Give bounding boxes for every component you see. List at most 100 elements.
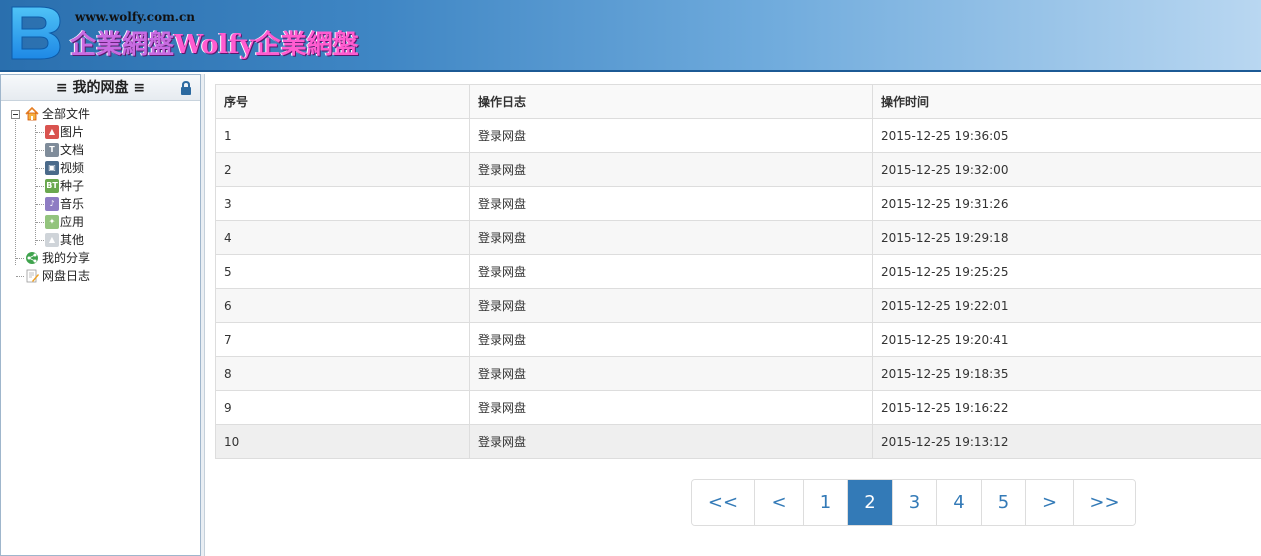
- tree-branch-line: [36, 132, 44, 133]
- tree-item-label: 音乐: [60, 197, 85, 211]
- table-row[interactable]: 6 登录网盘 2015-12-25 19:22:01: [215, 288, 1261, 323]
- tree-item-disk-log[interactable]: 网盘日志: [1, 267, 200, 285]
- tree-item-music[interactable]: ♪ 音乐: [1, 195, 200, 213]
- cell-operation: 登录网盘: [469, 356, 873, 391]
- cell-operation: 登录网盘: [469, 118, 873, 153]
- tree-item-my-share[interactable]: 我的分享: [1, 249, 200, 267]
- cell-operation: 登录网盘: [469, 254, 873, 289]
- tree-item-all-files[interactable]: 全部文件: [1, 105, 200, 123]
- tree-item-label: 网盘日志: [42, 269, 91, 283]
- sidebar-splitter[interactable]: [201, 74, 205, 556]
- sidebar: ≡ 我的网盘 ≡ 全部文件 ▲ 图片 T 文档 ▣ 视频 BT 种子 ♪ 音乐 …: [0, 74, 201, 556]
- tree-item-label: 应用: [60, 215, 85, 229]
- home-icon: [25, 107, 39, 121]
- lock-icon[interactable]: [180, 81, 192, 95]
- column-header-operation-time[interactable]: 操作时间: [872, 84, 1261, 119]
- cell-index: 2: [215, 152, 470, 187]
- tree-item-label: 文档: [60, 143, 85, 157]
- cell-index: 7: [215, 322, 470, 357]
- page-prev-button[interactable]: <: [755, 480, 804, 525]
- tree-branch-line: [16, 276, 24, 277]
- cell-time: 2015-12-25 19:13:12: [872, 424, 1261, 459]
- brand-title-en: Wolfy企業網盤: [174, 30, 359, 60]
- file-tree: 全部文件 ▲ 图片 T 文档 ▣ 视频 BT 种子 ♪ 音乐 ✦ 应用 ▲ 其他…: [1, 101, 200, 285]
- log-table-container: 序号 操作日志 操作时间 1 登录网盘 2015-12-25 19:36:05 2登…: [215, 84, 1261, 459]
- video-icon: ▣: [45, 161, 59, 175]
- page-next-button[interactable]: >: [1026, 480, 1074, 525]
- app-icon: ✦: [45, 215, 59, 229]
- cell-index: 1: [215, 118, 470, 153]
- cell-time: 2015-12-25 19:18:35: [872, 356, 1261, 391]
- page-4-button[interactable]: 4: [937, 480, 982, 525]
- image-icon: ▲: [45, 125, 59, 139]
- tree-item-videos[interactable]: ▣ 视频: [1, 159, 200, 177]
- tree-item-label: 图片: [60, 125, 85, 139]
- tree-item-label: 视频: [60, 161, 85, 175]
- cell-time: 2015-12-25 19:29:18: [872, 220, 1261, 255]
- brand-title: 企業網盤Wolfy企業網盤: [70, 24, 359, 61]
- tree-item-images[interactable]: ▲ 图片: [1, 123, 200, 141]
- cell-index: 6: [215, 288, 470, 323]
- cell-operation: 登录网盘: [469, 220, 873, 255]
- cell-time: 2015-12-25 19:16:22: [872, 390, 1261, 425]
- table-row[interactable]: 7 登录网盘 2015-12-25 19:20:41: [215, 322, 1261, 357]
- cell-operation: 登录网盘: [469, 152, 873, 187]
- column-header-index[interactable]: 序号: [215, 84, 470, 119]
- cell-time: 2015-12-25 19:32:00: [872, 152, 1261, 187]
- page-first-button[interactable]: <<: [692, 480, 755, 525]
- page-last-button[interactable]: >>: [1074, 480, 1135, 525]
- table-row[interactable]: 9 登录网盘 2015-12-25 19:16:22: [215, 390, 1261, 425]
- cell-time: 2015-12-25 19:20:41: [872, 322, 1261, 357]
- cell-index: 8: [215, 356, 470, 391]
- cell-time: 2015-12-25 19:36:05: [872, 118, 1261, 153]
- page-1-button[interactable]: 1: [804, 480, 848, 525]
- tree-item-label: 种子: [60, 179, 85, 193]
- cell-index: 4: [215, 220, 470, 255]
- tree-branch-line: [36, 204, 44, 205]
- page-2-button[interactable]: 2: [848, 480, 893, 525]
- table-row[interactable]: 8 登录网盘 2015-12-25 19:18:35: [215, 356, 1261, 391]
- tree-branch-line: [36, 186, 44, 187]
- tree-item-label: 我的分享: [42, 251, 91, 265]
- table-row[interactable]: 10 登录网盘 2015-12-25 19:13:12: [215, 424, 1261, 459]
- column-header-operation-log[interactable]: 操作日志: [469, 84, 873, 119]
- table-row[interactable]: 1 登录网盘 2015-12-25 19:36:05: [215, 118, 1261, 153]
- cell-index: 3: [215, 186, 470, 221]
- cell-operation: 登录网盘: [469, 322, 873, 357]
- table-row[interactable]: 5 登录网盘 2015-12-25 19:25:25: [215, 254, 1261, 289]
- cell-operation: 登录网盘: [469, 186, 873, 221]
- cell-operation: 登录网盘: [469, 390, 873, 425]
- table-header-row: 序号 操作日志 操作时间: [215, 84, 1261, 119]
- tree-item-label: 全部文件: [42, 107, 91, 121]
- collapse-icon[interactable]: [11, 110, 20, 119]
- music-icon: ♪: [45, 197, 59, 211]
- tree-branch-line: [36, 222, 44, 223]
- tree-branch-line: [16, 258, 24, 259]
- brand-title-cn: 企業網盤: [70, 30, 175, 60]
- tree-item-documents[interactable]: T 文档: [1, 141, 200, 159]
- site-url: www.wolfy.com.cn: [75, 10, 196, 24]
- cell-time: 2015-12-25 19:25:25: [872, 254, 1261, 289]
- sidebar-title: ≡ 我的网盘 ≡: [55, 80, 146, 96]
- tree-item-label: 其他: [60, 233, 85, 247]
- tree-item-torrents[interactable]: BT 种子: [1, 177, 200, 195]
- pagination: << < 1 2 3 4 5 > >>: [691, 479, 1136, 526]
- tree-branch-line: [36, 150, 44, 151]
- cell-operation: 登录网盘: [469, 424, 873, 459]
- cell-index: 5: [215, 254, 470, 289]
- header-banner: www.wolfy.com.cn 企業網盤Wolfy企業網盤: [0, 0, 1261, 72]
- table-row[interactable]: 4 登录网盘 2015-12-25 19:29:18: [215, 220, 1261, 255]
- log-icon: [26, 269, 39, 283]
- tree-item-apps[interactable]: ✦ 应用: [1, 213, 200, 231]
- tree-item-other[interactable]: ▲ 其他: [1, 231, 200, 249]
- other-icon: ▲: [45, 233, 59, 247]
- table-row[interactable]: 2 登录网盘 2015-12-25 19:32:00: [215, 152, 1261, 187]
- table-row[interactable]: 3 登录网盘 2015-12-25 19:31:26: [215, 186, 1261, 221]
- page-5-button[interactable]: 5: [982, 480, 1026, 525]
- cell-index: 9: [215, 390, 470, 425]
- page-3-button[interactable]: 3: [893, 480, 937, 525]
- cell-time: 2015-12-25 19:31:26: [872, 186, 1261, 221]
- tree-branch-line: [36, 240, 44, 241]
- cell-time: 2015-12-25 19:22:01: [872, 288, 1261, 323]
- log-table: 序号 操作日志 操作时间 1 登录网盘 2015-12-25 19:36:05 2登…: [215, 84, 1261, 459]
